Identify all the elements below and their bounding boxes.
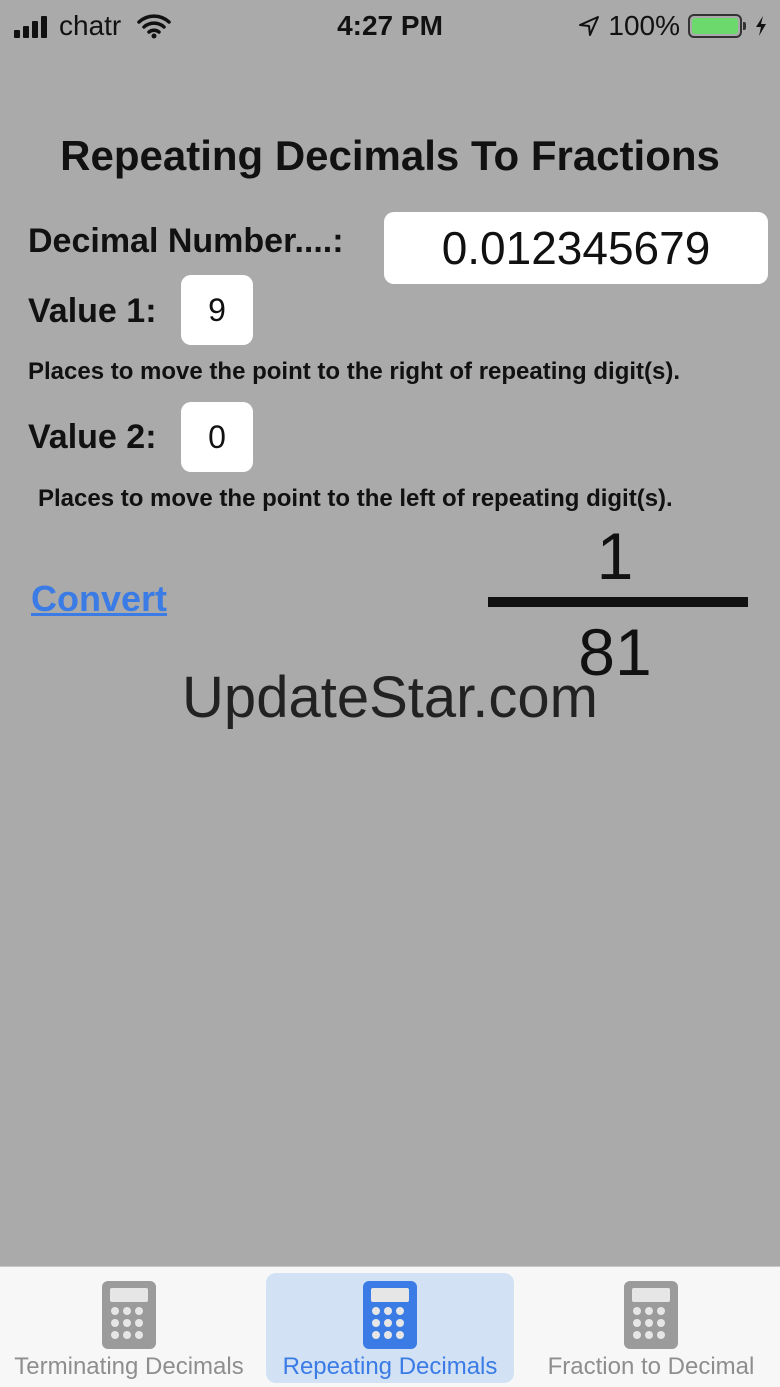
value2-label: Value 2: xyxy=(28,418,157,456)
battery-percent: 100% xyxy=(608,10,680,41)
tab-label: Repeating Decimals xyxy=(282,1353,498,1380)
decimal-number-label: Decimal Number....: xyxy=(28,222,344,260)
fraction-bar xyxy=(488,597,748,607)
tab-terminating-decimals[interactable]: Terminating Decimals xyxy=(0,1273,258,1383)
calculator-icon xyxy=(102,1281,156,1349)
page-title: Repeating Decimals To Fractions xyxy=(60,132,720,179)
battery-fill xyxy=(692,18,738,34)
fraction-numerator: 1 xyxy=(596,519,634,593)
calculator-icon xyxy=(363,1281,417,1349)
watermark: UpdateStar.com xyxy=(182,665,598,730)
charging-bolt-icon xyxy=(756,16,766,36)
value2-hint: Places to move the point to the left of … xyxy=(38,485,673,512)
tab-repeating-decimals[interactable]: Repeating Decimals xyxy=(266,1273,514,1383)
calculator-icon xyxy=(624,1281,678,1349)
location-arrow-icon xyxy=(579,16,600,36)
tab-bar: Terminating Decimals Repeating Decimals … xyxy=(0,1266,780,1387)
battery-icon xyxy=(688,14,746,38)
value1-hint: Places to move the point to the right of… xyxy=(28,358,681,385)
status-right: 100% xyxy=(578,10,768,42)
status-bar: chatr 4:27 PM 100% xyxy=(0,0,780,52)
decimal-number-input[interactable] xyxy=(384,212,768,284)
value1-label: Value 1: xyxy=(28,292,157,330)
tab-label: Fraction to Decimal xyxy=(547,1353,755,1380)
value2-input[interactable] xyxy=(181,402,253,472)
tab-fraction-to-decimal[interactable]: Fraction to Decimal xyxy=(522,1273,780,1383)
value1-input[interactable] xyxy=(181,275,253,345)
tab-label: Terminating Decimals xyxy=(14,1353,244,1380)
convert-button[interactable]: Convert xyxy=(31,578,167,620)
